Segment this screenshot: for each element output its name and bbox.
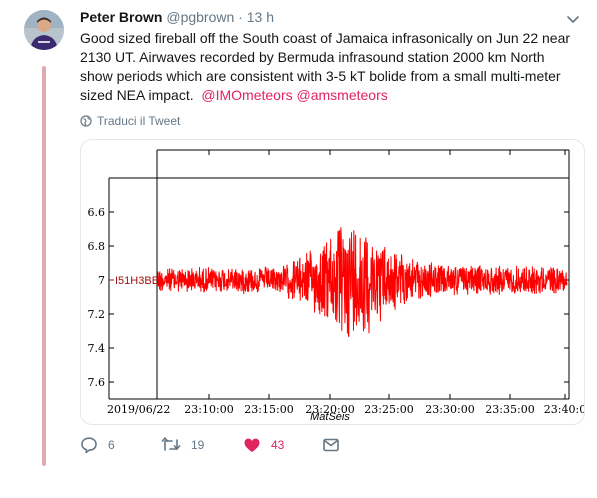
- tweet-header: Peter Brown @pgbrown · 13 h: [80, 8, 274, 26]
- retweet-icon: [161, 437, 181, 451]
- x-tick-label: 23:15:00: [244, 403, 293, 416]
- x-tick-label: 23:25:00: [364, 403, 413, 416]
- globe-icon: [80, 115, 92, 127]
- translate-label: Traduci il Tweet: [97, 114, 181, 128]
- retweet-button[interactable]: 19: [161, 436, 204, 454]
- more-options-chevron-icon[interactable]: [566, 12, 580, 23]
- like-button[interactable]: 43: [243, 436, 284, 454]
- media-image-chart[interactable]: 6.6 6.8 7 7.2 7.4 7.6 I51H3BB 2019/06/22 23:10:0…: [80, 139, 585, 425]
- x-tick-label: 23:10:00: [184, 403, 233, 416]
- header-separator: ·: [238, 9, 243, 25]
- reply-count: 6: [108, 438, 115, 452]
- x-axis-label: MatSeis: [310, 411, 350, 423]
- x-tick-label: 23:35:00: [485, 403, 534, 416]
- envelope-icon: [323, 438, 339, 452]
- y-tick-label: 7: [98, 274, 105, 287]
- translate-tweet-link[interactable]: Traduci il Tweet: [80, 114, 180, 128]
- x-tick-label: 23:30:00: [425, 403, 474, 416]
- mention-amsmeteors[interactable]: @amsmeteors: [297, 87, 388, 103]
- heart-icon: [244, 438, 260, 452]
- y-tick-label: 6.8: [88, 240, 106, 253]
- author-name[interactable]: Peter Brown: [80, 9, 162, 25]
- station-label: I51H3BB: [115, 275, 159, 287]
- retweet-count: 19: [191, 438, 205, 452]
- reply-button[interactable]: 6: [80, 436, 115, 454]
- direct-message-button[interactable]: [322, 436, 340, 454]
- y-tick-label: 7.6: [88, 376, 106, 389]
- signal-series-line: [156, 227, 568, 338]
- x-tick-label: 23:40:0: [544, 403, 584, 416]
- thread-connector-line: [42, 66, 46, 466]
- y-tick-label: 7.4: [88, 342, 106, 355]
- mention-imometeors[interactable]: @IMOmeteors: [201, 87, 292, 103]
- infrasound-chart: 6.6 6.8 7 7.2 7.4 7.6 I51H3BB 2019/06/22 23:10:0…: [88, 149, 584, 423]
- y-tick-label: 7.2: [88, 308, 106, 321]
- x-tick-label: 2019/06/22: [107, 403, 170, 416]
- avatar-image: [24, 10, 64, 50]
- avatar[interactable]: [24, 10, 64, 50]
- tweet-actions: 6 19 43: [80, 436, 580, 456]
- like-count: 43: [271, 438, 285, 452]
- tweet-text: Good sized fireball off the South coast …: [80, 29, 580, 105]
- y-tick-label: 6.6: [88, 206, 106, 219]
- reply-icon: [81, 437, 97, 454]
- author-handle[interactable]: @pgbrown: [166, 9, 234, 25]
- tweet-timestamp[interactable]: 13 h: [247, 9, 274, 25]
